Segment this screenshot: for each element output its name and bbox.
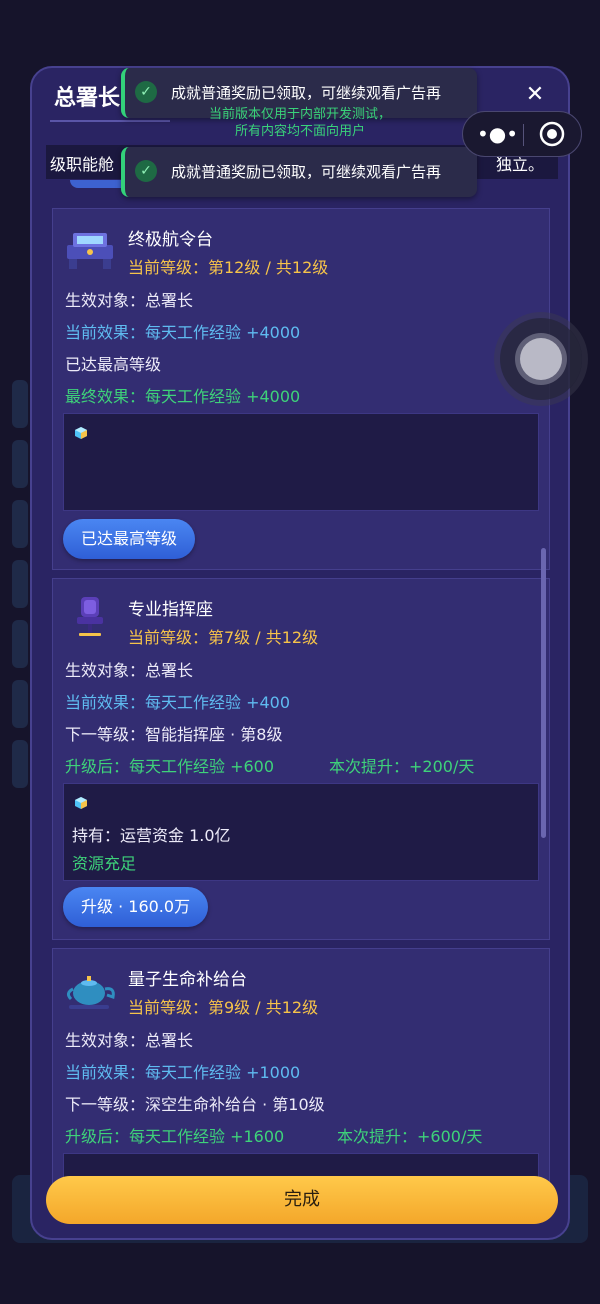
done-button[interactable]: 完成	[46, 1176, 558, 1224]
modal-title: 总署长	[54, 86, 121, 111]
equipment-name: 终极航令台	[128, 230, 213, 250]
background-tab	[12, 560, 28, 608]
resource-box: 持有：运营资金 1.0亿 资源充足	[63, 783, 539, 881]
toast-notification: ✓ 成就普通奖励已领取，可继续观看广告再	[121, 147, 477, 197]
command-console-icon	[67, 233, 113, 269]
resource-box	[63, 413, 539, 511]
capsule-divider	[523, 124, 524, 146]
resource-status: 资源充足	[72, 854, 137, 873]
close-button[interactable]: ✕	[520, 80, 550, 110]
miniprogram-capsule: •●•	[462, 111, 582, 157]
effect-target: 生效对象：总署长	[65, 1031, 194, 1050]
effect-target: 生效对象：总署长	[65, 661, 194, 680]
upgrade-modal: 总署长 ✕ 级职能舱 独立。 终极航令台 当前等级：第12级 / 共12级 生效…	[30, 66, 570, 1240]
equipment-card: 终极航令台 当前等级：第12级 / 共12级 生效对象：总署长 当前效果：每天工…	[52, 208, 550, 570]
background-tab	[12, 440, 28, 488]
current-effect: 当前效果：每天工作经验 +4000	[65, 323, 301, 342]
background-tab	[12, 380, 28, 428]
next-level: 下一等级：深空生命补给台 · 第10级	[65, 1095, 325, 1114]
dev-note-line2: 所有内容均不面向用户	[234, 124, 365, 139]
upgrade-button[interactable]: 升级 · 160.0万	[63, 887, 209, 927]
equipment-level: 当前等级：第12级 / 共12级	[128, 258, 329, 277]
equipment-card: 专业指挥座 当前等级：第7级 / 共12级 生效对象：总署长 当前效果：每天工作…	[52, 578, 550, 940]
final-effect: 最终效果：每天工作经验 +4000	[65, 387, 301, 406]
next-level: 下一等级：智能指挥座 · 第8级	[65, 725, 283, 744]
equipment-name: 量子生命补给台	[128, 970, 247, 990]
assistive-touch-button[interactable]	[500, 318, 582, 400]
assistive-touch-knob	[520, 338, 562, 380]
equipment-list[interactable]: 终极航令台 当前等级：第12级 / 共12级 生效对象：总署长 当前效果：每天工…	[52, 208, 552, 1193]
upgrade-boost: 本次提升：+600/天	[337, 1127, 483, 1146]
effect-target: 生效对象：总署长	[65, 291, 194, 310]
background-tab	[12, 620, 28, 668]
equipment-card: 量子生命补给台 当前等级：第9级 / 共12级 生效对象：总署长 当前效果：每天…	[52, 948, 550, 1193]
supply-teapot-icon	[66, 976, 115, 1009]
dev-watermark: 当前版本仅用于内部开发测试， 所有内容均不面向用户	[200, 106, 400, 140]
close-miniprogram-icon[interactable]	[539, 121, 565, 147]
toast-text: 成就普通奖励已领取，可继续观看广告再	[171, 84, 442, 102]
dev-note-line1: 当前版本仅用于内部开发测试，	[208, 107, 391, 122]
resource-cube-icon	[75, 427, 87, 439]
current-effect: 当前效果：每天工作经验 +400	[65, 693, 291, 712]
equipment-name: 专业指挥座	[128, 600, 213, 620]
subtitle-left: 级职能舱	[50, 155, 115, 174]
check-icon: ✓	[135, 81, 157, 103]
toast-text: 成就普通奖励已领取，可继续观看广告再	[171, 163, 442, 181]
background-tab	[12, 500, 28, 548]
command-chair-icon	[77, 597, 103, 636]
max-level-status: 已达最高等级	[65, 355, 162, 374]
resource-cube-icon	[75, 797, 87, 809]
equipment-level: 当前等级：第9级 / 共12级	[128, 998, 319, 1017]
more-icon[interactable]: •●•	[477, 122, 518, 146]
current-effect: 当前效果：每天工作经验 +1000	[65, 1063, 301, 1082]
background-tab	[12, 740, 28, 788]
upgrade-boost: 本次提升：+200/天	[329, 757, 475, 776]
after-upgrade-effect: 升级后：每天工作经验 +600	[65, 757, 275, 776]
background-tab	[12, 680, 28, 728]
max-level-button[interactable]: 已达最高等级	[63, 519, 196, 559]
check-icon: ✓	[135, 160, 157, 182]
equipment-level: 当前等级：第7级 / 共12级	[128, 628, 319, 647]
scrollbar[interactable]	[541, 548, 546, 838]
title-underline	[50, 120, 170, 122]
after-upgrade-effect: 升级后：每天工作经验 +1600	[65, 1127, 285, 1146]
resource-holding: 持有：运营资金 1.0亿	[72, 826, 231, 845]
